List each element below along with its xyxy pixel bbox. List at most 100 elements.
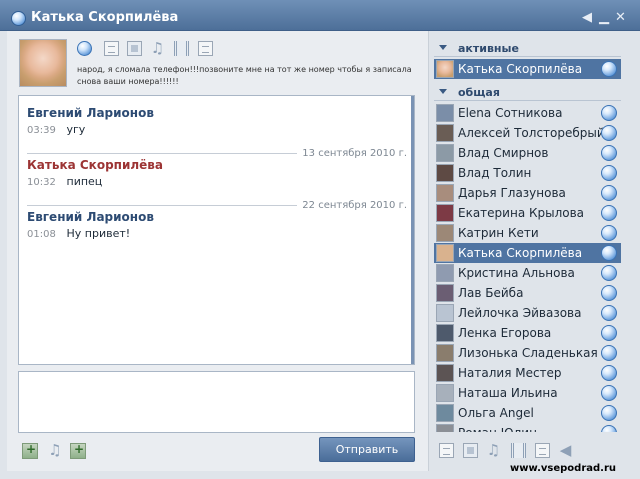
date-separator: 22 сентября 2010 г. [27,200,407,211]
contact-name: Лейлочка Эйвазова [458,306,582,320]
contact-name: Катрин Кети [458,226,539,240]
message-time: 01:08 [27,229,56,240]
photos-icon[interactable] [463,443,478,458]
status-orb-icon [601,265,617,281]
status-orb-icon [601,325,617,341]
contact-item[interactable]: Роман Юлин [434,423,621,432]
send-button[interactable]: Отправить [319,437,415,462]
group-header-general[interactable]: общая [434,84,621,101]
status-orb-icon [601,345,617,361]
message-text: пипец [66,175,103,188]
contact-list-scrollbar[interactable] [622,103,628,432]
sound-icon[interactable]: ◀ [582,11,592,25]
profile-info-icon[interactable] [439,443,454,458]
contact-item[interactable]: Лейлочка Эйвазова [434,303,621,323]
avatar [436,164,454,182]
close-button[interactable]: ✕ [615,11,626,25]
contact-item[interactable]: Ленка Егорова [434,323,621,343]
title-bar: Катька Скорпилёва ◀ ▁ ✕ [0,0,640,31]
status-orb-icon [601,185,617,201]
status-icon[interactable] [77,41,92,56]
status-orb-icon [601,425,617,432]
contact-item[interactable]: Екатерина Крылова [434,203,621,223]
status-orb-icon [601,305,617,321]
contact-name: Elena Сотникова [458,106,563,120]
contact-item[interactable]: Лав Бейба [434,283,621,303]
avatar [436,184,454,202]
add-smiley-icon[interactable] [22,442,38,459]
contact-name: Катька Скорпилёва [458,246,583,260]
status-orb-icon [601,365,617,381]
status-orb-icon [601,385,617,401]
minimize-button[interactable]: ▁ [599,11,609,25]
contact-item[interactable]: Наталия Местер [434,363,621,383]
contact-name: Роман Юлин [458,426,537,432]
contact-item[interactable]: Алексей Толсторебрый [434,123,621,143]
window-title: Катька Скорпилёва [31,10,179,25]
contact-item[interactable]: Катрин Кети [434,223,621,243]
add-photo-icon[interactable] [70,442,86,459]
status-orb-icon [601,225,617,241]
contact-item[interactable]: Ольга Angel [434,403,621,423]
contact-item[interactable]: Кристина Альнова [434,263,621,283]
profile-info-icon[interactable] [104,41,119,56]
active-contact[interactable]: Катька Скорпилёва [434,59,621,79]
avatar [436,244,454,262]
photos-icon[interactable] [127,41,142,56]
status-orb-icon [601,165,617,181]
contact-name: Катька Скорпилёва [458,62,583,76]
broadcast-icon[interactable]: ◀ [558,443,573,458]
music-icon[interactable]: ♫ [486,443,501,458]
message-text: угу [66,123,86,136]
message-author: Евгений Ларионов [27,210,154,224]
message-author: Катька Скорпилёва [27,158,163,172]
avatar[interactable] [19,39,67,87]
contact-name: Наташа Ильина [458,386,558,400]
avatar [436,104,454,122]
message-input[interactable] [18,371,415,433]
watermark: www.vsepodrad.ru [510,463,617,474]
status-orb-icon [601,405,617,421]
status-orb-icon [601,105,617,121]
avatar [436,384,454,402]
contact-name: Кристина Альнова [458,266,575,280]
contact-item[interactable]: Влад Толин [434,163,621,183]
video-icon[interactable] [511,443,526,458]
chat-message: Катька Скорпилёва 10:32 пипец [27,158,407,188]
contact-item[interactable]: Наташа Ильина [434,383,621,403]
contact-name: Лав Бейба [458,286,524,300]
status-orb-icon [601,61,617,77]
contact-item[interactable]: Катька Скорпилёва [434,243,621,263]
chat-message: Евгений Ларионов 03:39 угу [27,106,407,136]
avatar [436,124,454,142]
avatar [436,324,454,342]
message-time: 03:39 [27,125,56,136]
contact-item[interactable]: Elena Сотникова [434,103,621,123]
music-icon[interactable]: ♫ [150,41,165,56]
status-orb-icon [601,125,617,141]
status-orb-icon [601,285,617,301]
status-orb-icon [601,245,617,261]
chat-log[interactable]: Евгений Ларионов 03:39 угу 13 сентября 2… [18,95,415,365]
add-music-icon[interactable]: ♫ [47,443,63,459]
chat-scrollbar[interactable] [411,96,414,364]
contact-item[interactable]: Влад Смирнов [434,143,621,163]
contact-name: Алексей Толсторебрый [458,126,605,140]
group-header-active[interactable]: активные [434,40,621,57]
avatar [436,344,454,362]
contact-name: Влад Смирнов [458,146,549,160]
contact-name: Екатерина Крылова [458,206,585,220]
video-icon[interactable] [174,41,189,56]
collapse-icon [439,45,447,50]
contact-name: Ленка Егорова [458,326,552,340]
notes-icon[interactable] [535,443,550,458]
avatar [436,60,454,78]
avatar [436,224,454,242]
contact-item[interactable]: Дарья Глазунова [434,183,621,203]
notes-icon[interactable] [198,41,213,56]
collapse-icon [439,89,447,94]
contact-item[interactable]: Лизонька Сладенькая [434,343,621,363]
contact-list[interactable]: Elena Сотникова Алексей Толсторебрый Влад … [434,103,621,432]
avatar [436,264,454,282]
message-text: Ну привет! [66,227,131,240]
